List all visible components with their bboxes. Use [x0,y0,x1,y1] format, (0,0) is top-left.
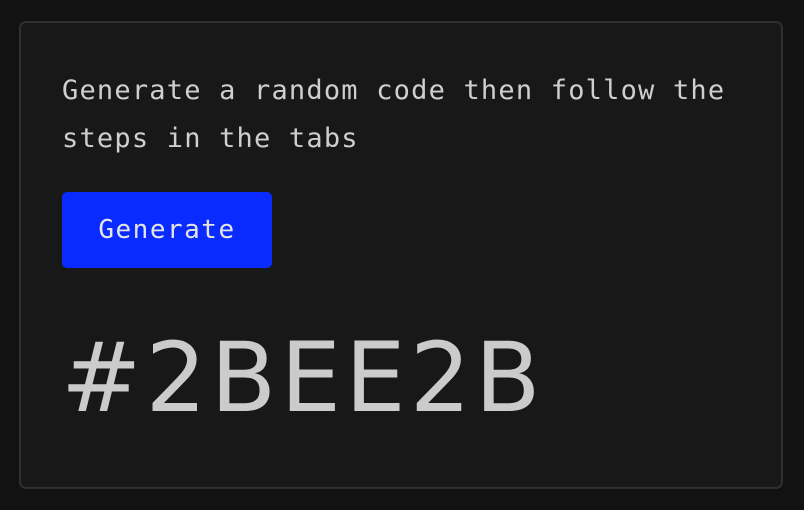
generated-code: #2BEE2B [61,322,545,434]
generate-button[interactable]: Generate [62,192,272,268]
code-generator-card: Generate a random code then follow the s… [19,21,783,489]
instructions-text: Generate a random code then follow the s… [62,75,726,154]
